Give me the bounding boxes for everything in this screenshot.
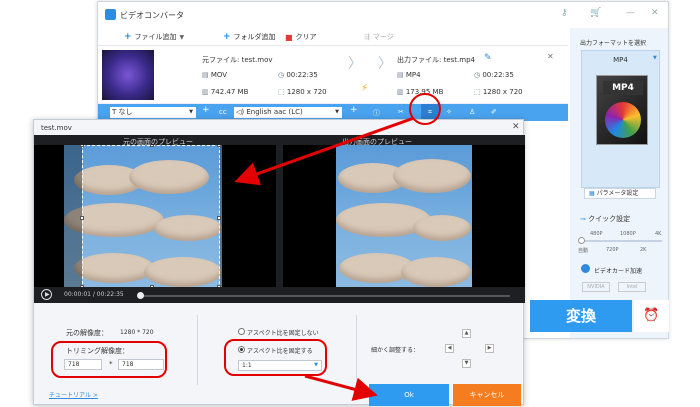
annotation-arrows — [234, 116, 415, 401]
